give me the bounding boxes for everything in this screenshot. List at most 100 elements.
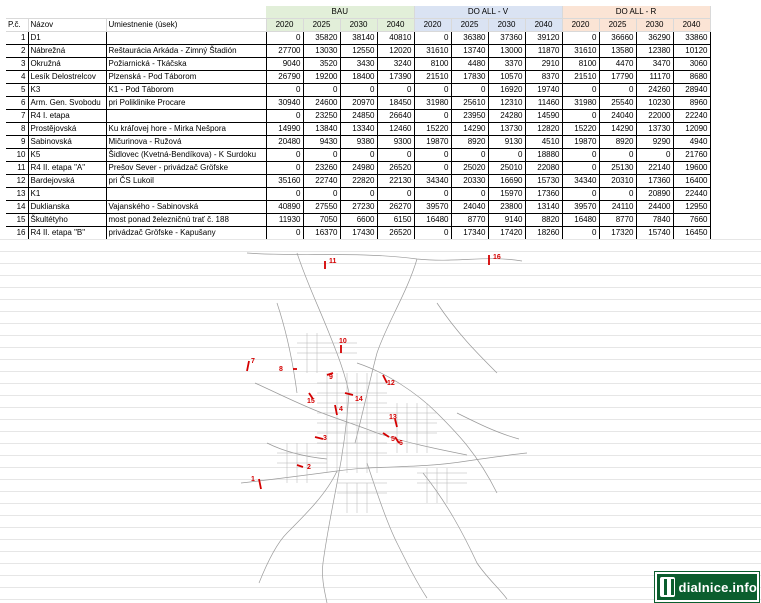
map-marker-label: 6 (399, 440, 403, 447)
row-location-cell: Šidlovec (Kvetná-Bendíkova) - K Surdoku (106, 148, 267, 162)
do-all-r-value-cell: 0 (599, 187, 637, 201)
bau-value-cell: 40810 (377, 31, 415, 45)
map-marker-label: 15 (307, 398, 315, 405)
table-row: 15 Škultétyho most ponad železničnú trať č… (6, 213, 711, 227)
bau-value-cell: 17390 (377, 70, 415, 84)
year-header: 2030 (636, 18, 674, 32)
do-all-v-value-cell: 9140 (488, 213, 526, 227)
do-all-r-value-cell: 7660 (673, 213, 711, 227)
road-map: 11 16 10 7 8 9 12 4 13 3 56 2 1 14 15 (240, 252, 527, 603)
do-all-v-value-cell: 25610 (451, 96, 489, 110)
bau-value-cell: 3240 (377, 57, 415, 71)
do-all-r-value-cell: 0 (562, 161, 600, 175)
bau-value-cell: 27700 (266, 44, 304, 58)
do-all-r-value-cell: 14290 (599, 122, 637, 136)
table-row: 12 Bardejovská pri ČS Lukoil 35160 22740 2282… (6, 174, 711, 188)
bau-value-cell: 19200 (303, 70, 341, 84)
do-all-v-value-cell: 39570 (414, 200, 452, 214)
bau-value-cell: 26790 (266, 70, 304, 84)
do-all-v-value-cell: 8820 (525, 213, 563, 227)
do-all-r-value-cell: 8920 (599, 135, 637, 149)
do-all-r-value-cell: 25130 (599, 161, 637, 175)
do-all-r-value-cell: 8960 (673, 96, 711, 110)
do-all-r-value-cell: 19600 (673, 161, 711, 175)
do-all-v-value-cell: 31980 (414, 96, 452, 110)
do-all-r-value-cell: 28940 (673, 83, 711, 97)
bau-value-cell: 12460 (377, 122, 415, 136)
table-row: 1 D1 0 35820 38140 40810 0 36380 37360 39120 0 3666… (6, 31, 711, 45)
do-all-v-value-cell: 24040 (451, 200, 489, 214)
do-all-r-value-cell: 21510 (562, 70, 600, 84)
row-number-cell: 15 (6, 213, 29, 227)
year-header: 2030 (340, 18, 378, 32)
map-streets (277, 333, 467, 513)
do-all-r-value-cell: 24110 (599, 200, 637, 214)
row-name-cell: Lesík Delostrelcov (28, 70, 107, 84)
map-marker-3 (314, 436, 324, 440)
do-all-r-value-cell: 20310 (599, 174, 637, 188)
do-all-v-value-cell: 17830 (451, 70, 489, 84)
row-location-cell: most ponad železničnú trať č. 188 (106, 213, 267, 227)
year-header: 2020 (562, 18, 600, 32)
do-all-r-value-cell: 24260 (636, 83, 674, 97)
do-all-r-value-cell: 8100 (562, 57, 600, 71)
do-all-r-value-cell: 7840 (636, 213, 674, 227)
do-all-r-value-cell: 0 (562, 83, 600, 97)
header-umiestnenie: Umiestnenie (úsek) (106, 18, 267, 32)
row-location-cell: Plzenská - Pod Táborom (106, 70, 267, 84)
bau-value-cell: 27230 (340, 200, 378, 214)
bau-value-cell: 0 (377, 187, 415, 201)
year-header: 2025 (303, 18, 341, 32)
bau-value-cell: 35160 (266, 174, 304, 188)
do-all-r-value-cell: 0 (599, 83, 637, 97)
do-all-v-value-cell: 19740 (525, 83, 563, 97)
map-marker-label: 1 (251, 476, 255, 483)
bau-value-cell: 22130 (377, 174, 415, 188)
year-header: 2025 (451, 18, 489, 32)
do-all-v-value-cell: 0 (451, 83, 489, 97)
bau-value-cell: 9380 (340, 135, 378, 149)
map-marker-label: 13 (389, 414, 397, 421)
do-all-r-value-cell: 10120 (673, 44, 711, 58)
do-all-v-value-cell: 39120 (525, 31, 563, 45)
bau-value-cell: 6150 (377, 213, 415, 227)
do-all-r-value-cell: 3470 (636, 57, 674, 71)
row-name-cell: K1 (28, 187, 107, 201)
row-location-cell: Reštaurácia Arkáda - Zimný Štadión (106, 44, 267, 58)
bau-value-cell: 13840 (303, 122, 341, 136)
map-marker-label: 16 (493, 254, 501, 261)
do-all-v-value-cell: 8770 (451, 213, 489, 227)
bau-value-cell: 0 (377, 148, 415, 162)
do-all-v-value-cell: 31610 (414, 44, 452, 58)
row-location-cell (106, 109, 267, 123)
row-name-cell: Sabinovská (28, 135, 107, 149)
row-number-cell: 7 (6, 109, 29, 123)
bau-value-cell: 13030 (303, 44, 341, 58)
year-header: 2020 (414, 18, 452, 32)
do-all-r-value-cell: 0 (636, 148, 674, 162)
do-all-v-value-cell: 9130 (488, 135, 526, 149)
do-all-r-value-cell: 11170 (636, 70, 674, 84)
map-roads (240, 252, 527, 603)
do-all-r-value-cell: 22000 (636, 109, 674, 123)
do-all-v-value-cell: 20330 (451, 174, 489, 188)
do-all-r-value-cell: 36290 (636, 31, 674, 45)
bau-value-cell: 20480 (266, 135, 304, 149)
header-pc: P.č. (6, 18, 29, 32)
row-name-cell: Bardejovská (28, 174, 107, 188)
do-all-r-value-cell: 24400 (636, 200, 674, 214)
bau-value-cell: 0 (266, 161, 304, 175)
row-name-cell: R4 II. etapa "A" (28, 161, 107, 175)
do-all-v-value-cell: 15970 (488, 187, 526, 201)
do-all-r-value-cell: 16400 (673, 174, 711, 188)
table-row: 9 Sabinovská Mičurinova - Ružová 20480 9430 9… (6, 135, 711, 149)
do-all-v-value-cell: 13740 (451, 44, 489, 58)
do-all-r-value-cell: 34340 (562, 174, 600, 188)
row-number-cell: 12 (6, 174, 29, 188)
do-all-v-value-cell: 3370 (488, 57, 526, 71)
do-all-v-value-cell: 23800 (488, 200, 526, 214)
map-marker-label: 14 (355, 396, 363, 403)
row-number-cell: 4 (6, 70, 29, 84)
do-all-v-value-cell: 0 (414, 31, 452, 45)
do-all-r-value-cell: 13580 (599, 44, 637, 58)
